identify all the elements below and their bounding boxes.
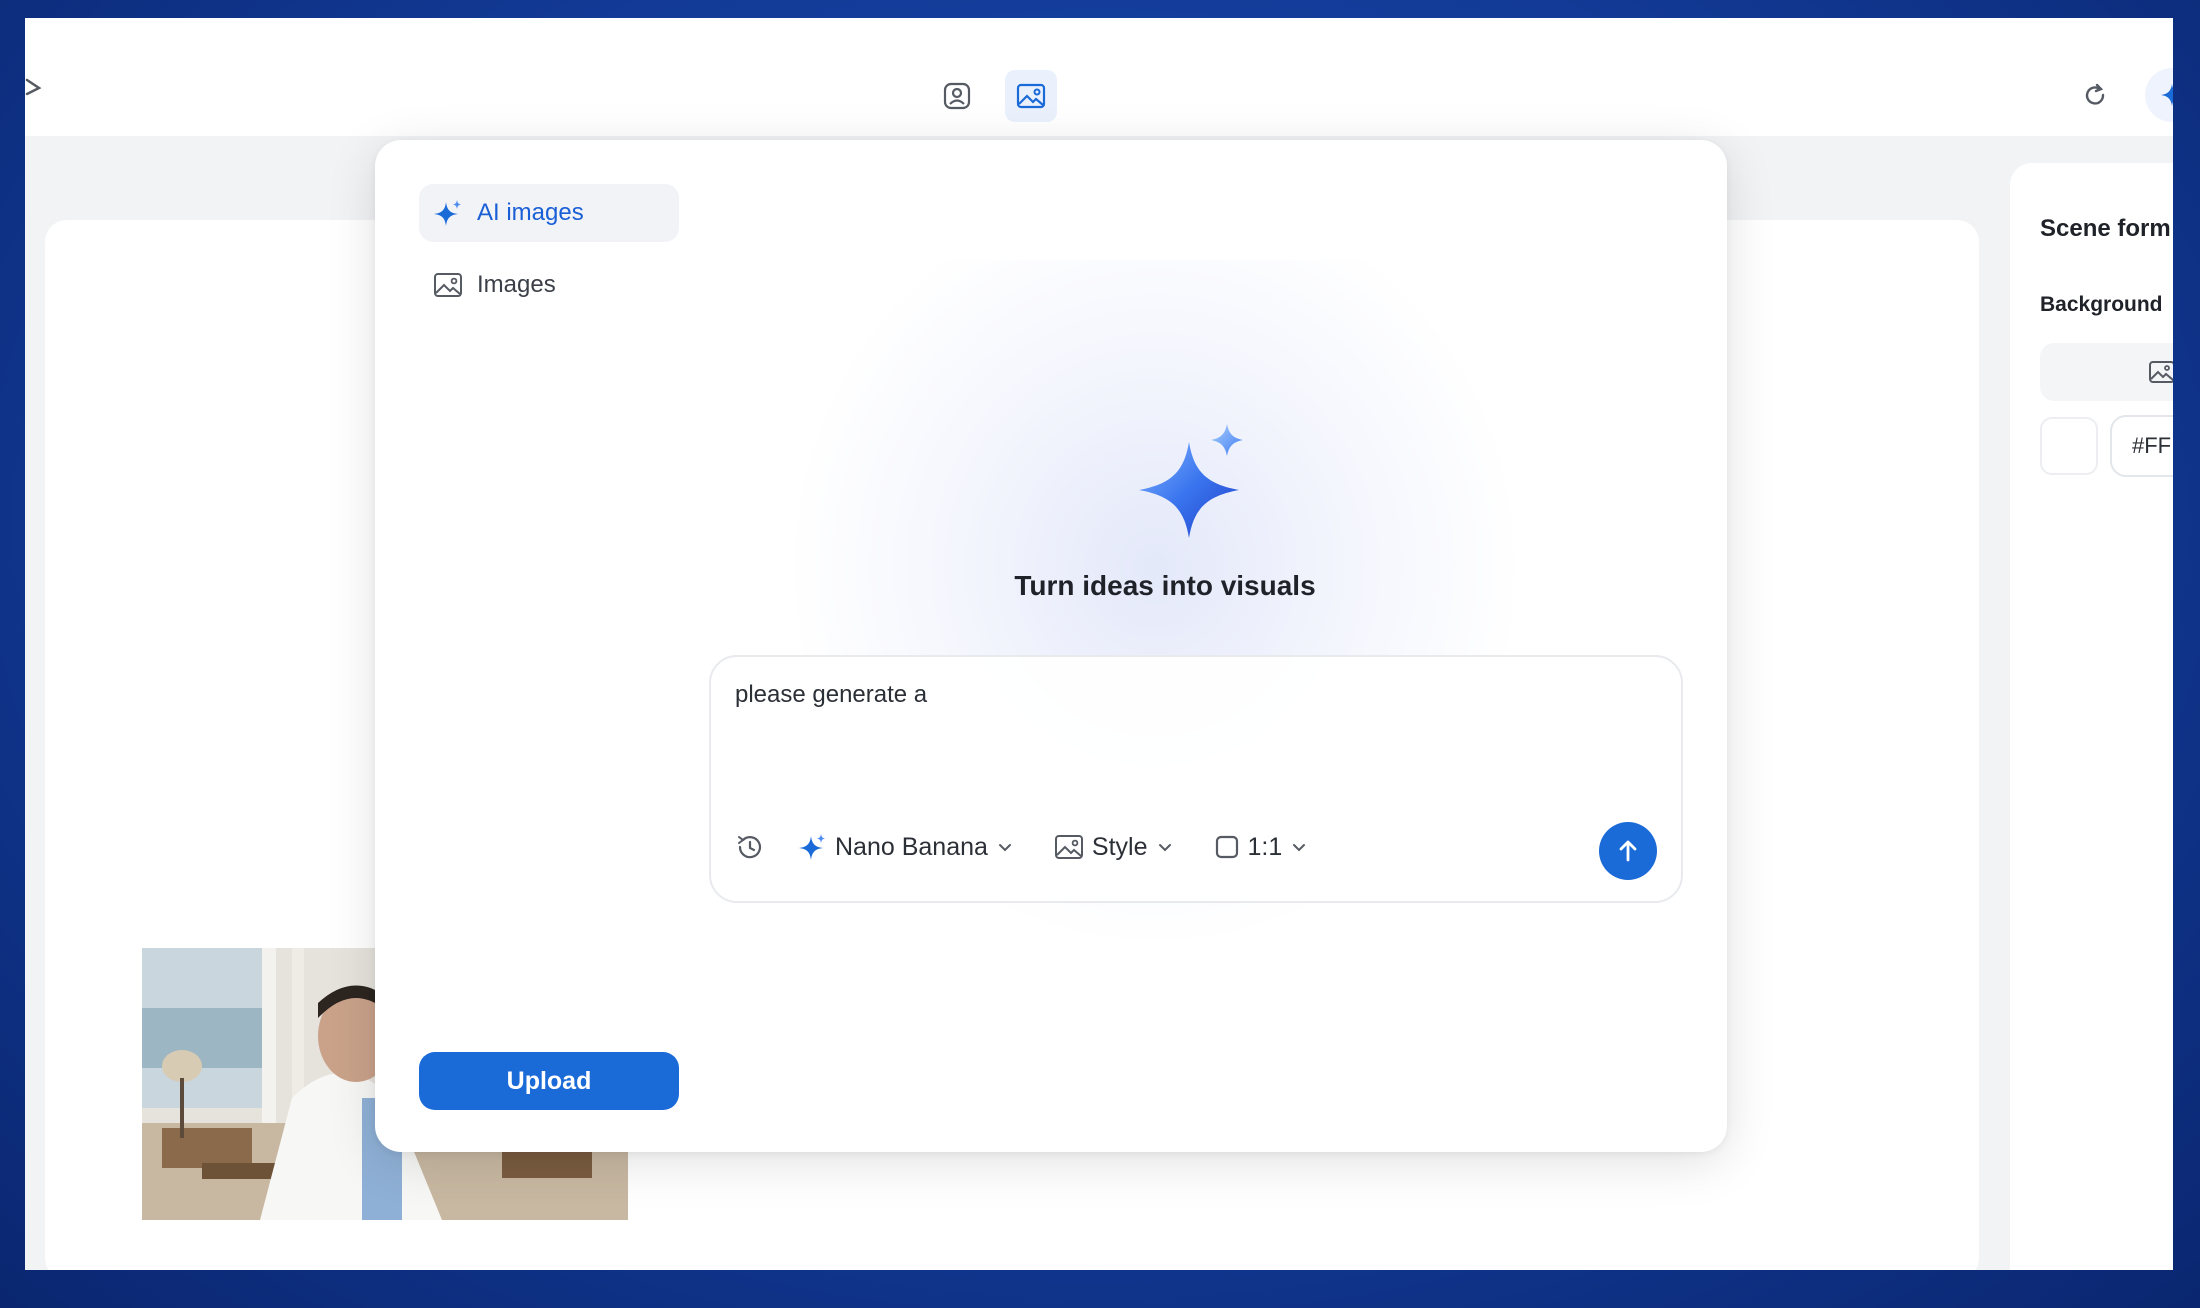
history-button[interactable] <box>735 832 765 862</box>
image-icon <box>2149 361 2173 383</box>
chevron-down-icon <box>1293 844 1306 852</box>
person-card-icon[interactable] <box>935 74 979 118</box>
sparkle-icon <box>799 834 825 860</box>
prompt-composer: please generate a Nano Banana Style 1:1 <box>709 655 1683 903</box>
style-selector[interactable]: Style <box>1054 833 1174 862</box>
top-toolbar <box>25 18 2173 136</box>
image-icon <box>434 273 462 297</box>
back-icon[interactable] <box>25 72 49 102</box>
sidebar-item-label: Images <box>477 271 556 298</box>
color-swatch[interactable] <box>2040 417 2098 475</box>
aspect-ratio-selector[interactable]: 1:1 <box>1214 833 1309 862</box>
chevron-down-icon <box>998 844 1011 852</box>
right-properties-panel: Scene form Background #FF <box>2010 163 2173 1270</box>
refresh-icon[interactable] <box>2075 76 2115 116</box>
background-image-field[interactable] <box>2040 343 2173 401</box>
model-selector[interactable]: Nano Banana <box>799 833 1014 862</box>
history-icon <box>738 836 762 859</box>
sparkle-icon <box>434 200 461 226</box>
send-button[interactable] <box>1599 822 1657 880</box>
upload-button[interactable]: Upload <box>419 1052 679 1110</box>
hex-color-input[interactable]: #FF <box>2110 415 2173 477</box>
square-icon <box>1215 835 1238 859</box>
background-label: Background <box>2040 293 2163 316</box>
model-label: Nano Banana <box>835 832 988 861</box>
ai-image-dialog: AI images Images Upload Turn ideas into … <box>375 140 1727 1152</box>
sparkle-icon[interactable] <box>2145 68 2173 122</box>
hero-title: Turn ideas into visuals <box>1014 570 1316 601</box>
panel-title: Scene form <box>2040 215 2171 242</box>
arrow-up-icon <box>1619 840 1637 862</box>
sidebar-item-label: AI images <box>477 199 584 226</box>
chevron-down-icon <box>1158 844 1171 852</box>
image-icon <box>1054 835 1083 859</box>
sidebar-item-ai-images[interactable]: AI images <box>419 184 679 242</box>
prompt-toolbar: Nano Banana Style 1:1 <box>735 825 1308 869</box>
prompt-input[interactable]: please generate a <box>735 681 1635 709</box>
sidebar-item-images[interactable]: Images <box>419 256 679 314</box>
ratio-label: 1:1 <box>1247 832 1283 861</box>
image-icon[interactable] <box>1005 70 1057 122</box>
sparkle-logo-icon <box>1139 424 1243 538</box>
app-window: Scene form Background #FF AI images Imag… <box>25 18 2173 1270</box>
style-label: Style <box>1091 832 1148 861</box>
